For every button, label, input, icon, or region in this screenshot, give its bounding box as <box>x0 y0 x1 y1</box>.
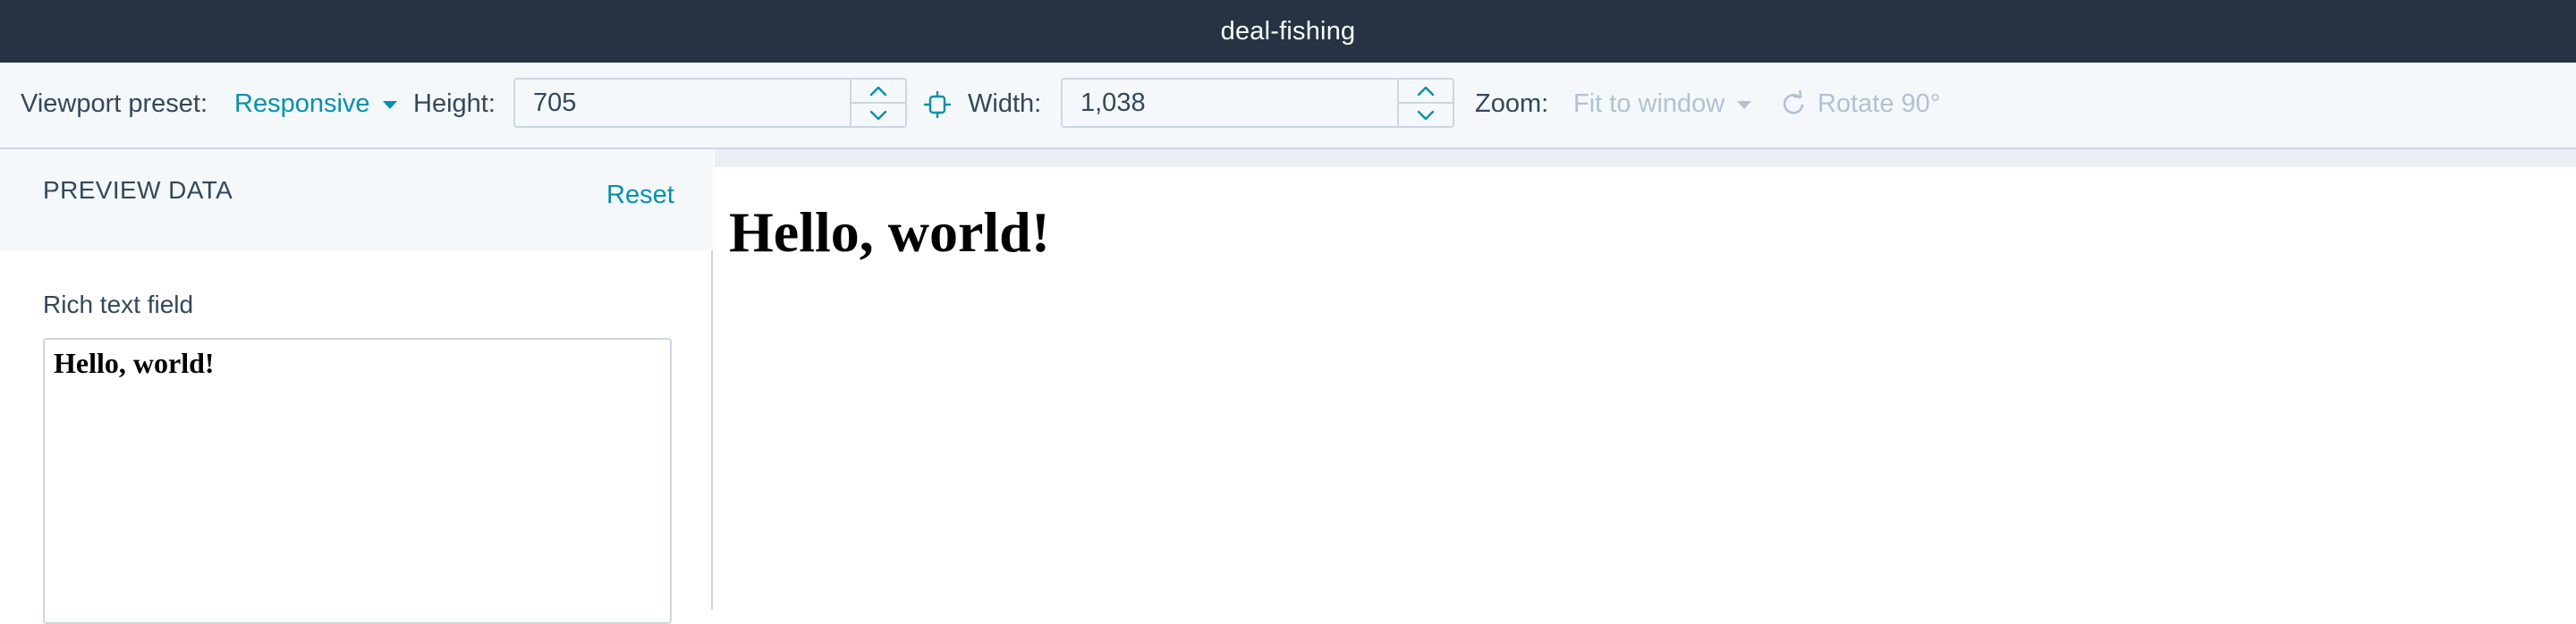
viewport-preset-label: Viewport preset: <box>21 89 208 118</box>
rotate-icon <box>1780 89 1807 117</box>
width-increment-button[interactable] <box>1399 80 1453 104</box>
width-stepper-arrows <box>1397 80 1453 126</box>
width-label: Width: <box>968 89 1042 118</box>
height-decrement-button[interactable] <box>852 104 905 126</box>
rich-text-field-editor[interactable]: Hello, world! <box>43 338 672 624</box>
zoom-dropdown[interactable]: Fit to window <box>1573 63 1752 145</box>
window-title: deal-fishing <box>1220 16 1356 46</box>
width-decrement-button[interactable] <box>1399 104 1453 126</box>
zoom-label: Zoom: <box>1475 89 1549 118</box>
height-stepper: 705 <box>513 78 907 128</box>
preview-frame: Hello, world! <box>715 167 2576 610</box>
window-titlebar: deal-fishing <box>0 0 2576 63</box>
rich-text-field-label: Rich text field <box>43 291 194 318</box>
rotate-button[interactable]: Rotate 90° <box>1818 63 1940 145</box>
preview-data-sidebar: PREVIEW DATA Reset Rich text field Hello… <box>0 149 713 624</box>
reset-button[interactable]: Reset <box>606 181 674 210</box>
viewport-preset-dropdown[interactable]: Responsive <box>234 63 397 145</box>
viewport-preset-value: Responsive <box>234 89 370 118</box>
height-increment-button[interactable] <box>852 80 905 104</box>
caret-down-icon <box>1737 101 1752 109</box>
sidebar-heading: PREVIEW DATA <box>43 176 233 204</box>
height-label: Height: <box>413 89 496 118</box>
chevron-up-icon <box>869 86 887 96</box>
sidebar-header: PREVIEW DATA Reset <box>0 149 713 250</box>
width-stepper: 1,038 <box>1061 78 1454 128</box>
chevron-down-icon <box>1417 110 1435 120</box>
height-input[interactable]: 705 <box>515 80 850 126</box>
width-input[interactable]: 1,038 <box>1063 80 1397 126</box>
toolbar: Viewport preset: Responsive Height: 705 … <box>0 63 2576 149</box>
chevron-down-icon <box>869 110 887 120</box>
rich-text-field-content: Hello, world! <box>54 347 215 379</box>
preview-pane: Hello, world! <box>715 149 2576 610</box>
chevron-up-icon <box>1417 86 1435 96</box>
height-stepper-arrows <box>850 80 905 126</box>
link-icon[interactable] <box>922 89 953 120</box>
caret-down-icon <box>382 101 397 109</box>
preview-heading: Hello, world! <box>729 200 1051 264</box>
zoom-value: Fit to window <box>1573 89 1725 118</box>
